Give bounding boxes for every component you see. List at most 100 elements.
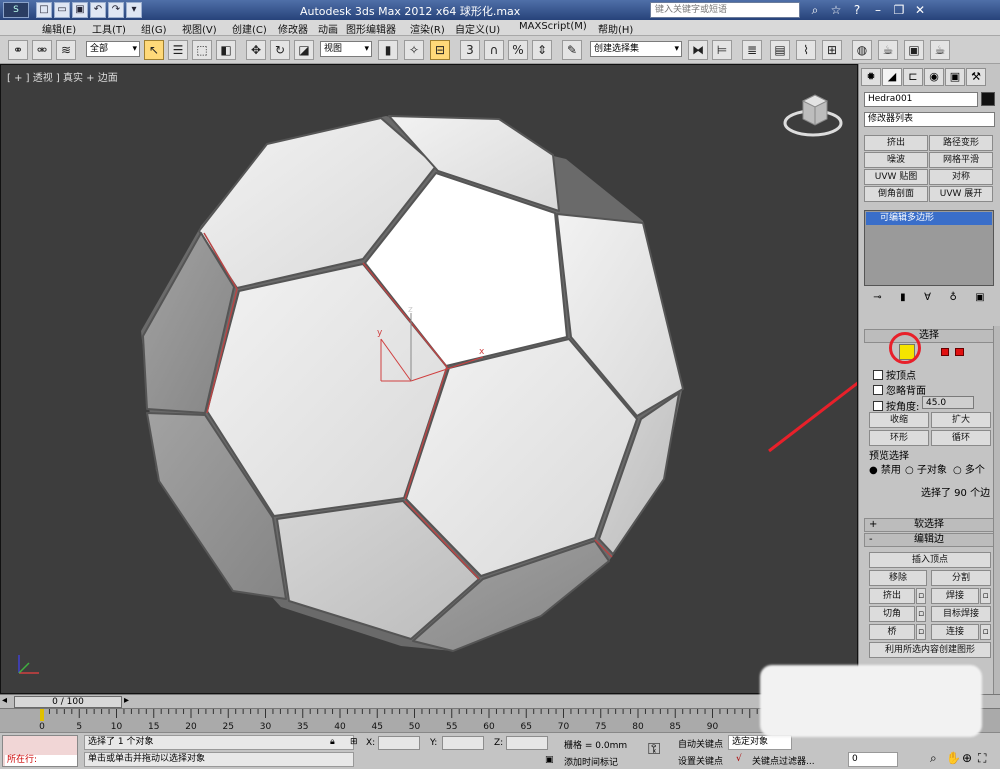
more-icon[interactable]: ▾: [126, 2, 142, 18]
pin-stack-icon[interactable]: ⊸: [873, 292, 881, 306]
remove-button[interactable]: 移除: [869, 570, 927, 586]
x-coordinate-field[interactable]: [378, 736, 420, 750]
chamfer-button[interactable]: 切角: [869, 606, 915, 622]
menu-views[interactable]: 视图(V): [182, 21, 217, 36]
add-time-tag-button[interactable]: 添加时间标记: [564, 755, 618, 768]
selected-dropdown[interactable]: 选定对象: [728, 735, 792, 750]
preview-multi-radio[interactable]: ○ 多个: [953, 461, 985, 476]
rendered-frame-icon[interactable]: ▣: [904, 40, 924, 60]
perspective-viewport[interactable]: [ + ] 透视 ] 真实 + 边面 y x z: [0, 64, 858, 694]
menu-graph-editors[interactable]: 图形编辑器: [346, 21, 396, 36]
loop-button[interactable]: 循环: [931, 430, 991, 446]
undo-icon[interactable]: ↶: [90, 2, 106, 18]
ignore-backfacing-checkbox[interactable]: 忽略背面: [873, 382, 926, 397]
graphite-tools-icon[interactable]: ▤: [770, 40, 790, 60]
hierarchy-tab-icon[interactable]: ⊏: [903, 68, 923, 86]
time-slider-thumb[interactable]: 0 / 100: [14, 696, 122, 708]
rectangular-selection-icon[interactable]: ⬚: [192, 40, 212, 60]
render-setup-icon[interactable]: ☕: [878, 40, 898, 60]
by-angle-checkbox[interactable]: 按角度:: [873, 398, 919, 413]
schematic-view-icon[interactable]: ⊞: [822, 40, 842, 60]
show-end-result-icon[interactable]: ▮: [900, 292, 906, 306]
rotate-icon[interactable]: ↻: [270, 40, 290, 60]
curve-editor-icon[interactable]: ⌇: [796, 40, 816, 60]
angle-snap-icon[interactable]: ∩: [484, 40, 504, 60]
align-icon[interactable]: ⊨: [712, 40, 732, 60]
layer-manager-icon[interactable]: ≣: [742, 40, 762, 60]
modifier-path-deform-button[interactable]: 路径变形: [929, 135, 993, 151]
viewport-label[interactable]: [ + ] 透视 ] 真实 + 边面: [7, 69, 118, 84]
display-tab-icon[interactable]: ▣: [945, 68, 965, 86]
extrude-button[interactable]: 挤出: [869, 588, 915, 604]
reference-coordinate-dropdown[interactable]: 视图: [320, 41, 372, 57]
next-frame-icon[interactable]: ▸: [124, 695, 129, 706]
absolute-mode-icon[interactable]: ⊞: [350, 737, 358, 747]
utilities-tab-icon[interactable]: ⚒: [966, 68, 986, 86]
modifier-list-dropdown[interactable]: 修改器列表: [864, 112, 995, 127]
star-icon[interactable]: ☆: [827, 1, 845, 19]
weld-settings-button[interactable]: ▫: [980, 588, 991, 604]
edit-edges-rollout-header[interactable]: - 编辑边: [864, 533, 994, 547]
restore-button[interactable]: ❐: [890, 1, 908, 19]
bind-space-warp-icon[interactable]: ≋: [56, 40, 76, 60]
link-icon[interactable]: ⚭: [8, 40, 28, 60]
angle-value-field[interactable]: 45.0: [922, 396, 974, 409]
menu-modifiers[interactable]: 修改器: [278, 21, 308, 36]
new-file-icon[interactable]: □: [36, 2, 52, 18]
menu-customize[interactable]: 自定义(U): [455, 21, 500, 36]
soft-selection-rollout-header[interactable]: + 软选择: [864, 518, 994, 532]
open-file-icon[interactable]: ▭: [54, 2, 70, 18]
shrink-button[interactable]: 收缩: [869, 412, 929, 428]
motion-tab-icon[interactable]: ◉: [924, 68, 944, 86]
select-object-icon[interactable]: ↖: [144, 40, 164, 60]
named-selection-dropdown[interactable]: 创建选择集: [590, 41, 682, 57]
modifier-meshsmooth-button[interactable]: 网格平滑: [929, 152, 993, 168]
object-name-field[interactable]: Hedra001: [864, 92, 978, 107]
time-tag-icon[interactable]: ▣: [545, 755, 554, 765]
connect-button[interactable]: 连接: [931, 624, 979, 640]
unlink-icon[interactable]: ⚮: [32, 40, 52, 60]
key-filters-button[interactable]: 关键点过滤器...: [752, 754, 815, 767]
modifier-stack[interactable]: 可编辑多边形: [864, 210, 994, 286]
snaps-toggle-icon[interactable]: 3: [460, 40, 480, 60]
viewport-canvas[interactable]: [1, 65, 857, 693]
target-weld-button[interactable]: 目标焊接: [931, 606, 991, 622]
menu-edit[interactable]: 编辑(E): [42, 21, 76, 36]
move-icon[interactable]: ✥: [246, 40, 266, 60]
modifier-noise-button[interactable]: 噪波: [864, 152, 928, 168]
menu-maxscript[interactable]: MAXScript(M): [519, 21, 587, 32]
help-icon[interactable]: ?: [848, 1, 866, 19]
current-frame-field[interactable]: 0: [848, 752, 898, 767]
remove-modifier-icon[interactable]: ♁: [949, 292, 956, 306]
by-vertex-checkbox[interactable]: 按顶点: [873, 367, 916, 382]
element-subobject-icon[interactable]: [955, 348, 964, 356]
pivot-center-icon[interactable]: ▮: [378, 40, 398, 60]
selection-rollout-header[interactable]: 选择: [864, 329, 994, 343]
select-by-name-icon[interactable]: ☰: [168, 40, 188, 60]
redo-icon[interactable]: ↷: [108, 2, 124, 18]
render-production-icon[interactable]: ☕: [930, 40, 950, 60]
z-coordinate-field[interactable]: [506, 736, 548, 750]
preview-off-radio[interactable]: ● 禁用: [869, 461, 901, 476]
connect-settings-button[interactable]: ▫: [980, 624, 991, 640]
maxscript-listener[interactable]: 所在行:: [2, 735, 78, 767]
search-input[interactable]: 键入关键字或短语: [650, 2, 800, 18]
menu-create[interactable]: 创建(C): [232, 21, 267, 36]
mirror-icon[interactable]: ⧓: [688, 40, 708, 60]
close-button[interactable]: ✕: [911, 1, 929, 19]
percent-snap-icon[interactable]: %: [508, 40, 528, 60]
auto-key-button[interactable]: 自动关键点: [678, 737, 723, 750]
insert-vertex-button[interactable]: 插入顶点: [869, 552, 991, 568]
configure-sets-icon[interactable]: ▣: [975, 292, 984, 306]
polygon-subobject-icon[interactable]: [941, 348, 949, 356]
ring-button[interactable]: 环形: [869, 430, 929, 446]
menu-rendering[interactable]: 渲染(R): [410, 21, 445, 36]
lock-icon[interactable]: 🔒︎: [330, 737, 335, 747]
make-unique-icon[interactable]: ∀: [924, 292, 931, 306]
weld-button[interactable]: 焊接: [931, 588, 979, 604]
material-editor-icon[interactable]: ◍: [852, 40, 872, 60]
window-crossing-icon[interactable]: ◧: [216, 40, 236, 60]
create-tab-icon[interactable]: ✹: [861, 68, 881, 86]
edit-named-selection-icon[interactable]: ✎: [562, 40, 582, 60]
select-manipulate-icon[interactable]: ✧: [404, 40, 424, 60]
